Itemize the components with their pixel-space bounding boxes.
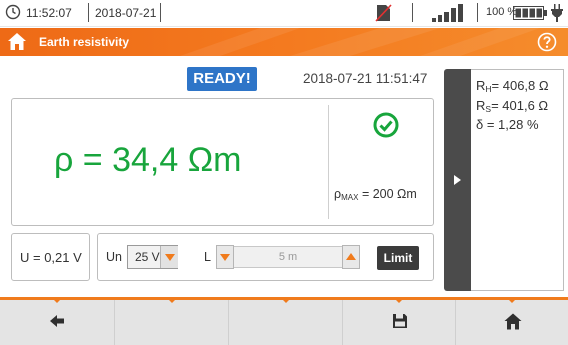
clock-icon xyxy=(5,4,21,20)
help-icon[interactable] xyxy=(537,32,557,52)
back-button[interactable] xyxy=(0,299,114,345)
power-plug-icon xyxy=(551,4,563,22)
rs-result: RS= 401,6 Ω xyxy=(476,98,548,114)
chevron-down-icon xyxy=(165,254,175,261)
un-voltage-select[interactable]: 25 V xyxy=(127,245,178,269)
check-circle-icon xyxy=(373,112,399,138)
save-button[interactable] xyxy=(342,299,455,345)
signal-strength-icon xyxy=(432,4,463,22)
status-divider xyxy=(88,3,89,22)
home-button[interactable] xyxy=(455,299,568,345)
resistivity-result: ρ = 34,4 Ωm xyxy=(54,141,242,179)
un-value: 25 V xyxy=(135,250,160,264)
toolbar-notch xyxy=(282,299,290,303)
no-sim-icon xyxy=(375,4,392,22)
ready-badge: READY! xyxy=(187,67,257,91)
home-icon[interactable] xyxy=(7,32,27,51)
measurement-timestamp: 2018-07-21 11:51:47 xyxy=(303,71,428,86)
rho-max-subscript: MAX xyxy=(341,193,359,202)
rh-value: = 406,8 Ω xyxy=(491,78,549,93)
rho-max-limit: ρMAX = 200 Ωm xyxy=(334,187,417,202)
save-icon xyxy=(393,314,407,328)
toolbar-notch xyxy=(395,299,403,303)
l-distance-field[interactable]: 5 m xyxy=(234,246,342,268)
home-icon xyxy=(504,313,522,330)
rho-max-value: = 200 Ωm xyxy=(358,187,417,201)
rh-result: RH= 406,8 Ω xyxy=(476,78,549,94)
delta-result: δ = 1,28 % xyxy=(476,117,539,132)
l-value: 5 m xyxy=(278,251,298,263)
l-label: L xyxy=(204,250,211,264)
battery-full-icon xyxy=(513,6,547,20)
side-results-panel: RH= 406,8 Ω RS= 401,6 Ω δ = 1,28 % xyxy=(471,69,564,291)
status-time: 11:52:07 xyxy=(26,6,72,20)
back-arrow-icon xyxy=(50,315,64,327)
status-bar: 11:52:07 2018-07-21 100 % xyxy=(0,0,568,27)
l-decrease-button[interactable] xyxy=(216,245,234,269)
toolbar-notch xyxy=(168,299,176,303)
rs-value: = 401,6 Ω xyxy=(491,98,549,113)
title-bar: Earth resistivity xyxy=(0,28,568,56)
side-panel-toggle[interactable] xyxy=(444,69,471,291)
status-divider xyxy=(160,3,161,22)
l-increase-button[interactable] xyxy=(342,245,360,269)
chevron-down-icon xyxy=(220,254,230,261)
limit-button[interactable]: Limit xyxy=(377,246,419,270)
expand-arrow-icon xyxy=(454,175,461,185)
rs-symbol: R xyxy=(476,98,486,113)
status-divider xyxy=(412,3,413,22)
settings-box: Un 25 V L 5 m Limit xyxy=(97,233,434,281)
un-dropdown-button[interactable] xyxy=(160,246,178,268)
rh-symbol: R xyxy=(476,78,486,93)
un-label: Un xyxy=(106,250,122,264)
toolbar-button-empty[interactable] xyxy=(114,299,228,345)
chevron-up-icon xyxy=(346,253,356,260)
bottom-toolbar xyxy=(0,297,568,345)
main-result-panel: ρ = 34,4 Ωm ρMAX = 200 Ωm xyxy=(11,98,434,226)
status-divider xyxy=(477,3,478,22)
page-title: Earth resistivity xyxy=(39,35,130,49)
toolbar-notch xyxy=(53,299,61,303)
toolbar-button-empty[interactable] xyxy=(228,299,342,345)
status-date: 2018-07-21 xyxy=(95,6,157,20)
voltage-reading: U = 0,21 V xyxy=(20,250,82,265)
toolbar-notch xyxy=(508,299,516,303)
panel-divider xyxy=(328,105,329,219)
voltage-box: U = 0,21 V xyxy=(11,233,90,281)
